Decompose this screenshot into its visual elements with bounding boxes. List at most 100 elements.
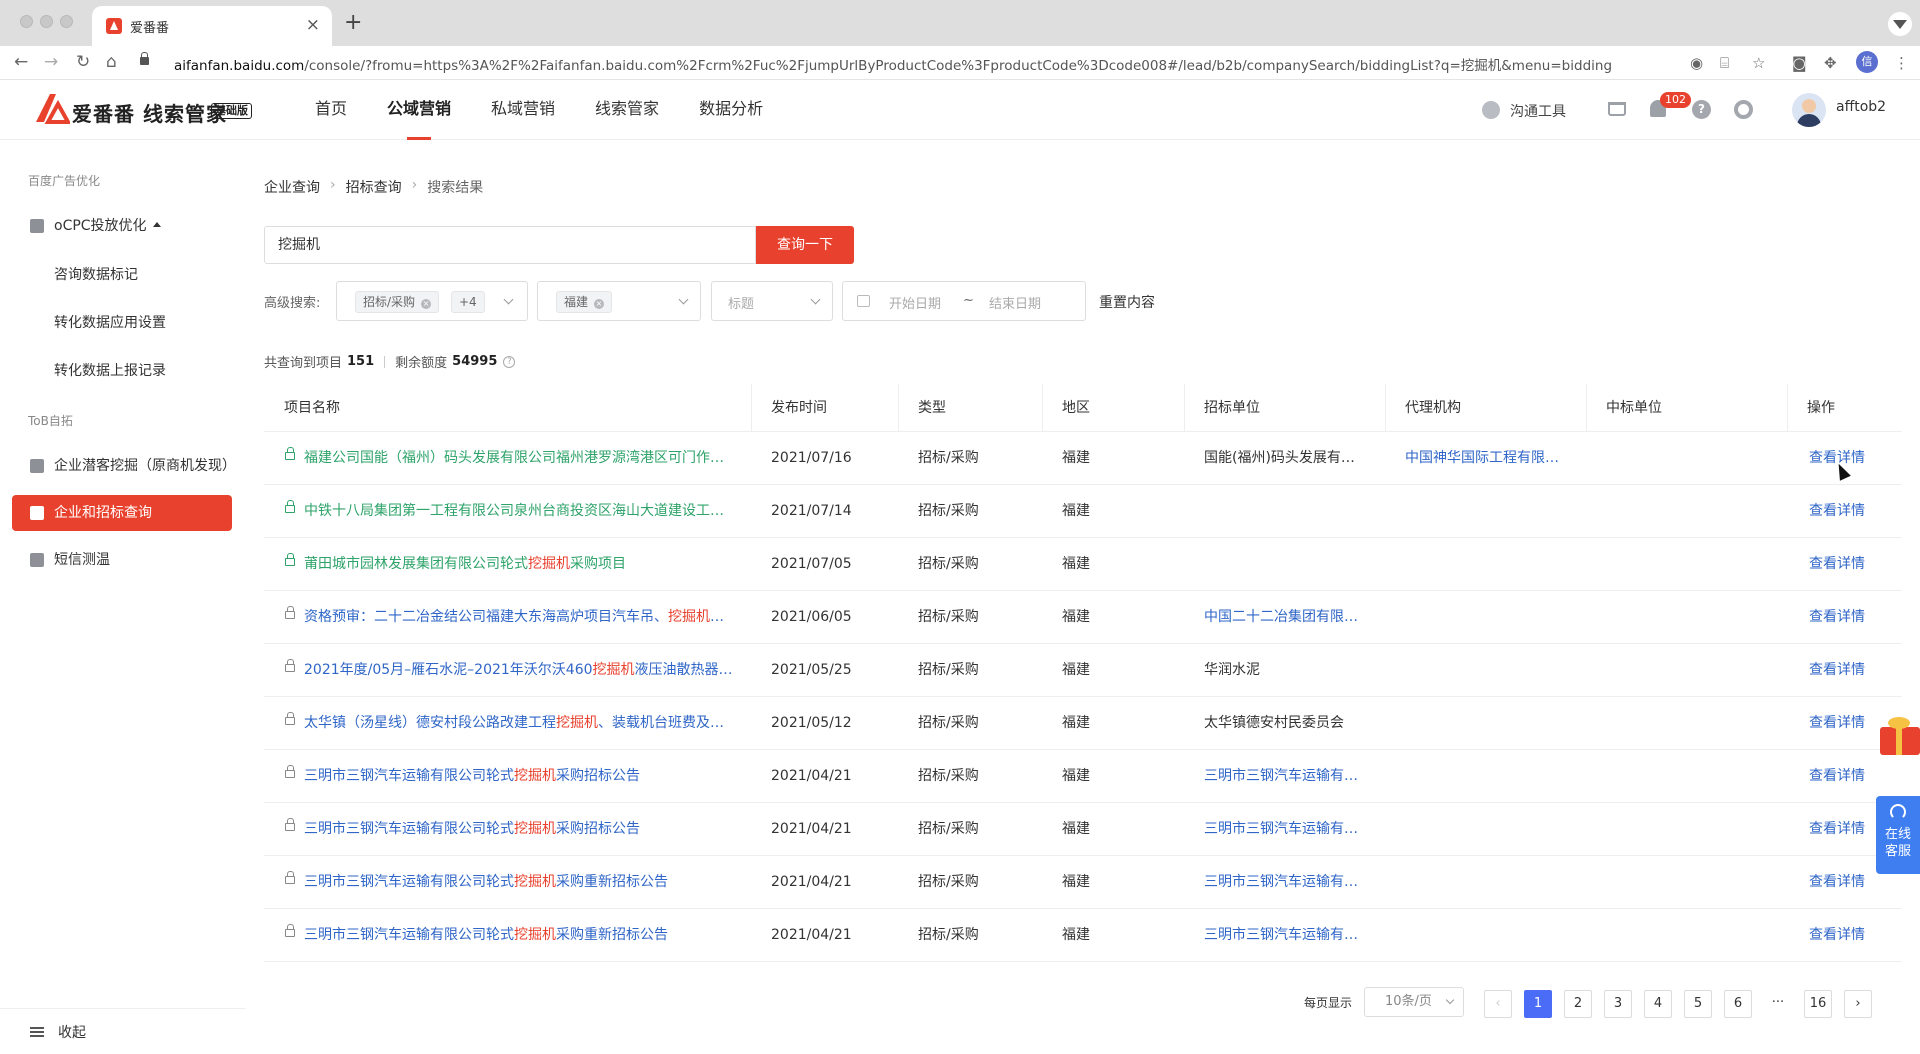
type-filter-select[interactable]: 招标/采购 × +4 xyxy=(336,281,528,321)
sidebar-sub-conversion-settings[interactable]: 转化数据应用设置 xyxy=(54,312,166,332)
view-details-link[interactable]: 查看详情 xyxy=(1809,644,1899,697)
camera-icon[interactable]: ◙ xyxy=(1792,54,1807,72)
sidebar-item-company-bidding-search[interactable]: 企业和招标查询 xyxy=(12,495,232,531)
view-details-link[interactable]: 查看详情 xyxy=(1809,538,1899,591)
cart-icon[interactable] xyxy=(1608,102,1626,116)
project-name-link[interactable]: 福建公司国能（福州）码头发展有限公司福州港罗源湾港区可门作… xyxy=(304,432,734,485)
nav-public-marketing[interactable]: 公域营销 xyxy=(387,80,451,140)
chip-remove-icon[interactable]: × xyxy=(594,299,605,309)
project-name-link[interactable]: 中铁十八局集团第一工程有限公司泉州台商投资区海山大道建设工… xyxy=(304,485,734,538)
tab-search-button[interactable] xyxy=(1888,12,1912,36)
bidder-link[interactable]: 三明市三钢汽车运输有… xyxy=(1204,909,1374,962)
sidebar-item-prospect-mining[interactable]: 企业潜客挖掘（原商机发现） xyxy=(12,448,236,484)
nav-lead-manager[interactable]: 线索管家 xyxy=(595,80,659,140)
reset-filters-button[interactable]: 重置内容 xyxy=(1099,292,1155,312)
gift-icon[interactable] xyxy=(1878,715,1920,755)
view-details-link[interactable]: 查看详情 xyxy=(1809,485,1899,538)
chip-remove-icon[interactable]: × xyxy=(421,299,432,309)
region-filter-select[interactable]: 福建 × xyxy=(537,281,701,321)
search-button[interactable]: 查询一下 xyxy=(756,226,854,264)
bookmark-star-icon[interactable]: ☆ xyxy=(1752,54,1765,72)
url-field[interactable]: aifanfan.baidu.com/console/?fromu=https%… xyxy=(174,54,1612,74)
sidebar-sub-conversion-records[interactable]: 转化数据上报记录 xyxy=(54,360,166,380)
window-zoom-button[interactable] xyxy=(60,15,73,28)
agency-link[interactable] xyxy=(1405,909,1575,962)
location-icon[interactable]: ◉ xyxy=(1690,54,1703,72)
gear-icon[interactable] xyxy=(1734,100,1753,119)
agency-link[interactable] xyxy=(1405,750,1575,803)
view-details-link[interactable]: 查看详情 xyxy=(1809,432,1899,485)
agency-link[interactable] xyxy=(1405,538,1575,591)
agency-link[interactable] xyxy=(1405,856,1575,909)
user-avatar[interactable] xyxy=(1792,93,1826,127)
type-chip[interactable]: 招标/采购 × xyxy=(355,291,440,313)
sidebar-collapse-button[interactable]: 收起 xyxy=(0,1008,245,1054)
translate-icon[interactable]: ⌸ xyxy=(1720,54,1729,72)
bidder-link[interactable]: 三明市三钢汽车运输有… xyxy=(1204,803,1374,856)
agency-link[interactable]: 中国神华国际工程有限… xyxy=(1405,432,1575,485)
page-3-button[interactable]: 3 xyxy=(1604,990,1632,1018)
date-range-picker[interactable]: 开始日期 ~ 结束日期 xyxy=(842,281,1086,321)
project-name-link[interactable]: 太华镇（汤星线）德安村段公路改建工程挖掘机、装载机台班费及… xyxy=(304,697,734,750)
sidebar-item-ocpc[interactable]: oCPC投放优化 xyxy=(12,208,232,244)
browser-tab[interactable]: 爱番番 × xyxy=(92,6,332,46)
communication-tools-link[interactable]: 沟通工具 xyxy=(1510,101,1566,121)
back-button[interactable]: ← xyxy=(14,52,28,72)
search-input[interactable]: 挖掘机 xyxy=(264,226,756,264)
help-icon[interactable]: ? xyxy=(1692,100,1711,119)
tab-close-icon[interactable]: × xyxy=(306,15,320,35)
page-1-button[interactable]: 1 xyxy=(1524,990,1552,1018)
breadcrumb-bidding-search[interactable]: 招标查询 xyxy=(346,177,402,197)
sidebar-item-sms-test[interactable]: 短信测温 xyxy=(12,542,232,578)
region-chip[interactable]: 福建 × xyxy=(556,291,613,313)
next-page-button[interactable]: › xyxy=(1844,990,1872,1018)
nav-private-marketing[interactable]: 私域营销 xyxy=(491,80,555,140)
bidder-link[interactable]: 中国二十二冶集团有限… xyxy=(1204,591,1374,644)
project-name-link[interactable]: 三明市三钢汽车运输有限公司轮式挖掘机采购招标公告 xyxy=(304,803,734,856)
page-ellipsis[interactable]: ··· xyxy=(1764,990,1792,1018)
browser-menu-icon[interactable]: ⋮ xyxy=(1894,54,1909,72)
per-page-select[interactable]: 10条/页 xyxy=(1364,987,1464,1017)
window-minimize-button[interactable] xyxy=(40,15,53,28)
window-close-button[interactable] xyxy=(20,15,33,28)
new-tab-button[interactable]: + xyxy=(344,10,362,35)
page-16-button[interactable]: 16 xyxy=(1804,990,1832,1018)
end-date-input[interactable]: 结束日期 xyxy=(989,293,1041,312)
title-filter-select[interactable]: 标题 xyxy=(711,281,833,321)
breadcrumb-company-search[interactable]: 企业查询 xyxy=(264,177,320,197)
page-6-button[interactable]: 6 xyxy=(1724,990,1752,1018)
nav-data-analysis[interactable]: 数据分析 xyxy=(699,80,763,140)
prev-page-button[interactable]: ‹ xyxy=(1484,990,1512,1018)
username[interactable]: afftob2 xyxy=(1836,99,1886,115)
view-details-link[interactable]: 查看详情 xyxy=(1809,591,1899,644)
online-service-button[interactable]: 在线客服 xyxy=(1876,796,1920,874)
agency-link[interactable] xyxy=(1405,803,1575,856)
nav-home[interactable]: 首页 xyxy=(315,80,347,140)
agency-link[interactable] xyxy=(1405,697,1575,750)
chat-bubble-icon[interactable] xyxy=(1482,101,1500,119)
extensions-icon[interactable]: ✥ xyxy=(1824,54,1837,72)
page-5-button[interactable]: 5 xyxy=(1684,990,1712,1018)
project-name-link[interactable]: 资格预审：二十二冶金结公司福建大东海高炉项目汽车吊、挖掘机… xyxy=(304,591,734,644)
agency-link[interactable] xyxy=(1405,485,1575,538)
forward-button[interactable]: → xyxy=(44,52,58,72)
agency-link[interactable] xyxy=(1405,644,1575,697)
browser-profile-avatar[interactable]: 信 xyxy=(1856,51,1878,73)
project-name-link[interactable]: 2021年度/05月–雁石水泥–2021年沃尔沃460挖掘机液压油散热器… xyxy=(304,644,734,697)
project-name-link[interactable]: 三明市三钢汽车运输有限公司轮式挖掘机采购招标公告 xyxy=(304,750,734,803)
agency-link[interactable] xyxy=(1405,591,1575,644)
project-name-link[interactable]: 三明市三钢汽车运输有限公司轮式挖掘机采购重新招标公告 xyxy=(304,909,734,962)
bidder-link[interactable]: 三明市三钢汽车运输有… xyxy=(1204,750,1374,803)
project-name-link[interactable]: 三明市三钢汽车运输有限公司轮式挖掘机采购重新招标公告 xyxy=(304,856,734,909)
bidder-link[interactable]: 三明市三钢汽车运输有… xyxy=(1204,856,1374,909)
lock-icon[interactable] xyxy=(140,52,149,65)
reload-button[interactable]: ↻ xyxy=(76,52,90,72)
question-circle-icon[interactable]: ? xyxy=(503,355,516,368)
sidebar-sub-consult-marking[interactable]: 咨询数据标记 xyxy=(54,264,138,284)
aifanfan-logo-icon[interactable] xyxy=(34,92,70,124)
view-details-link[interactable]: 查看详情 xyxy=(1809,909,1899,962)
project-name-link[interactable]: 莆田城市园林发展集团有限公司轮式挖掘机采购项目 xyxy=(304,538,734,591)
home-button[interactable]: ⌂ xyxy=(106,52,117,72)
start-date-input[interactable]: 开始日期 xyxy=(889,293,941,312)
page-4-button[interactable]: 4 xyxy=(1644,990,1672,1018)
